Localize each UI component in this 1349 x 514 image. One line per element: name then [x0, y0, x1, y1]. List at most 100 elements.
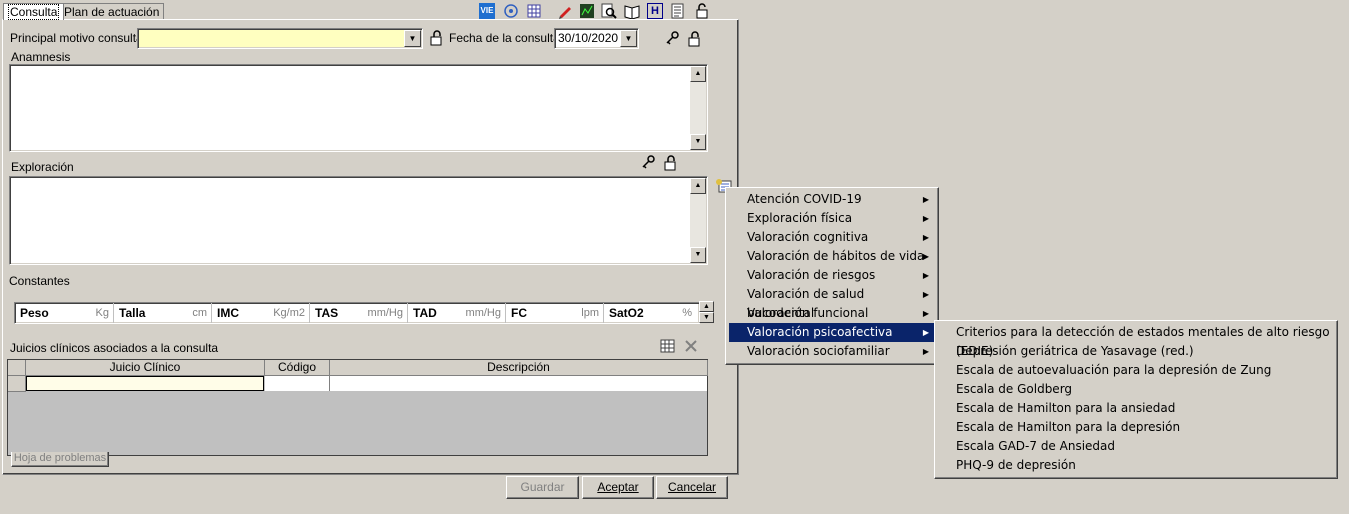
guardar-button[interactable]: Guardar — [506, 476, 579, 499]
anamnesis-scrollbar[interactable]: ▲ ▼ — [690, 66, 706, 150]
menu-item-cognitiva[interactable]: Valoración cognitiva ▶ — [729, 228, 935, 247]
col-codigo[interactable]: Código — [265, 360, 330, 376]
fecha-label: Fecha de la consulta: — [449, 31, 564, 45]
constante-unit: mm/Hg — [465, 307, 501, 319]
anamnesis-label: Anamnesis — [11, 50, 71, 64]
constante-unit: mm/Hg — [367, 307, 403, 319]
scroll-down-icon[interactable]: ▼ — [690, 247, 706, 263]
juicios-grid: Juicio Clínico Código Descripción — [7, 359, 708, 456]
constante-talla[interactable]: Talla cm — [114, 303, 212, 323]
constante-label: SatO2 — [609, 306, 644, 320]
fecha-dropdown-button[interactable]: ▼ — [620, 30, 637, 47]
exploracion-lock-icon[interactable] — [663, 155, 679, 171]
scroll-up-icon[interactable]: ▲ — [690, 178, 706, 194]
lock-icon[interactable] — [694, 3, 710, 19]
constante-label: TAS — [315, 306, 339, 320]
exploracion-scrollbar[interactable]: ▲ ▼ — [690, 178, 706, 263]
juicios-title: Juicios clínicos asociados a la consulta — [10, 341, 219, 355]
scroll-down-icon[interactable]: ▼ — [690, 134, 706, 150]
tab-consulta[interactable]: Consulta — [3, 3, 65, 20]
submenu-arrow-icon: ▶ — [922, 233, 929, 242]
constantes-label: Constantes — [9, 274, 70, 288]
valoracion-menu: Atención COVID-19 ▶ Exploración física ▶ V… — [725, 187, 939, 365]
menu-item-habitos[interactable]: Valoración de hábitos de vida ▶ — [729, 247, 935, 266]
constante-unit: Kg — [95, 307, 109, 319]
codigo-cell[interactable] — [265, 376, 330, 391]
constante-imc[interactable]: IMC Kg/m2 — [212, 303, 310, 323]
menu-item-label: Valoración funcional — [747, 306, 869, 320]
network-icon[interactable] — [503, 3, 519, 19]
search-doc-icon[interactable] — [601, 3, 617, 19]
constante-peso[interactable]: Peso Kg — [15, 303, 114, 323]
submenu-item-phq9[interactable]: PHQ-9 de depresión — [938, 456, 1334, 475]
col-juicio-clinico[interactable]: Juicio Clínico — [26, 360, 265, 376]
tab-plan-actuacion[interactable]: Plan de actuación — [59, 3, 165, 20]
submenu-arrow-icon: ▶ — [922, 309, 929, 318]
submenu-arrow-icon: ▶ — [922, 271, 929, 280]
menu-item-sociofamiliar[interactable]: Valoración sociofamiliar ▶ — [729, 342, 935, 361]
constante-tas[interactable]: TAS mm/Hg — [310, 303, 408, 323]
motivo-lock-icon[interactable] — [429, 30, 445, 46]
menu-item-exploracion-fisica[interactable]: Exploración física ▶ — [729, 209, 935, 228]
menu-item-psicoafectiva[interactable]: Valoración psicoafectiva ▶ — [729, 323, 935, 342]
constante-unit: cm — [192, 307, 207, 319]
pen-icon[interactable] — [557, 3, 573, 19]
descripcion-cell[interactable] — [330, 376, 707, 391]
motivo-dropdown-button[interactable]: ▼ — [404, 30, 421, 47]
menu-item-funcional[interactable]: Valoración funcional ▶ — [729, 304, 935, 323]
h-icon[interactable]: H — [647, 3, 663, 19]
constante-tad[interactable]: TAD mm/Hg — [408, 303, 506, 323]
constantes-spinner[interactable]: ▲ ▼ — [699, 301, 714, 323]
juicio-cell-input[interactable] — [26, 376, 264, 391]
spin-down-icon[interactable]: ▼ — [699, 312, 714, 323]
row-selector[interactable] — [8, 376, 26, 392]
constante-label: IMC — [217, 306, 239, 320]
submenu-item-goldberg[interactable]: Escala de Goldberg — [938, 380, 1334, 399]
delete-x-icon[interactable] — [683, 338, 699, 354]
spin-up-icon[interactable]: ▲ — [699, 301, 714, 312]
menu-item-riesgos[interactable]: Valoración de riesgos ▶ — [729, 266, 935, 285]
submenu-item-hamilton-depresion[interactable]: Escala de Hamilton para la depresión — [938, 418, 1334, 437]
constante-fc[interactable]: FC lpm — [506, 303, 604, 323]
submenu-item-zung[interactable]: Escala de autoevaluación para la depresi… — [938, 361, 1334, 380]
submenu-arrow-icon: ▶ — [922, 252, 929, 261]
menu-item-label: Valoración cognitiva — [747, 230, 869, 244]
constantes-bar: Peso Kg Talla cm IMC Kg/m2 TAS mm/Hg TAD mm/H… — [14, 302, 700, 324]
fecha-input[interactable]: 30/10/2020 ▼ — [554, 28, 639, 49]
menu-item-label: Valoración de riesgos — [747, 268, 876, 282]
anamnesis-textarea[interactable]: ▲ ▼ — [9, 64, 708, 152]
constante-unit: Kg/m2 — [273, 307, 305, 319]
table-add-icon[interactable] — [659, 338, 677, 354]
aceptar-button[interactable]: Aceptar — [582, 476, 654, 499]
menu-item-label: Atención COVID-19 — [747, 192, 862, 206]
constante-sato2[interactable]: SatO2% — [604, 303, 696, 323]
constante-label: Peso — [20, 306, 49, 320]
menu-item-bucodental[interactable]: Valoración de salud bucodental ▶ — [729, 285, 935, 320]
menu-item-label: Valoración psicoafectiva — [747, 325, 893, 339]
submenu-item-hamilton-ansiedad[interactable]: Escala de Hamilton para la ansiedad — [938, 399, 1334, 418]
vie-icon[interactable]: VIE — [479, 3, 495, 19]
menu-item-label: Exploración física — [747, 211, 853, 225]
col-descripcion[interactable]: Descripción — [330, 360, 708, 376]
submenu-item-gad7[interactable]: Escala GAD-7 de Ansiedad — [938, 437, 1334, 456]
book-icon[interactable] — [624, 3, 640, 20]
psicoafectiva-submenu: Criterios para la detección de estados m… — [934, 320, 1338, 479]
menu-item-covid[interactable]: Atención COVID-19 ▶ — [729, 190, 935, 209]
header-lock-icon[interactable] — [687, 31, 703, 47]
cancelar-button[interactable]: Cancelar — [656, 476, 728, 499]
submenu-item-edie[interactable]: Criterios para la detección de estados m… — [938, 323, 1334, 358]
exploracion-label: Exploración — [11, 160, 74, 174]
scroll-up-icon[interactable]: ▲ — [690, 66, 706, 82]
motivo-combo[interactable]: ▼ — [137, 28, 423, 49]
document-icon[interactable] — [670, 3, 686, 19]
hoja-problemas-button[interactable]: Hoja de problemas — [11, 452, 109, 467]
key-icon[interactable] — [665, 30, 681, 46]
tab-consulta-label: Consulta — [8, 4, 60, 20]
submenu-arrow-icon: ▶ — [922, 214, 929, 223]
exploracion-key-icon[interactable] — [641, 154, 657, 170]
exploracion-textarea[interactable]: ▲ ▼ — [9, 176, 708, 265]
constante-unit: lpm — [581, 307, 599, 319]
grid-icon[interactable] — [526, 3, 542, 19]
submenu-item-yasavage[interactable]: Depresión geriátrica de Yasavage (red.) — [938, 342, 1334, 361]
chart-icon[interactable] — [579, 3, 595, 19]
